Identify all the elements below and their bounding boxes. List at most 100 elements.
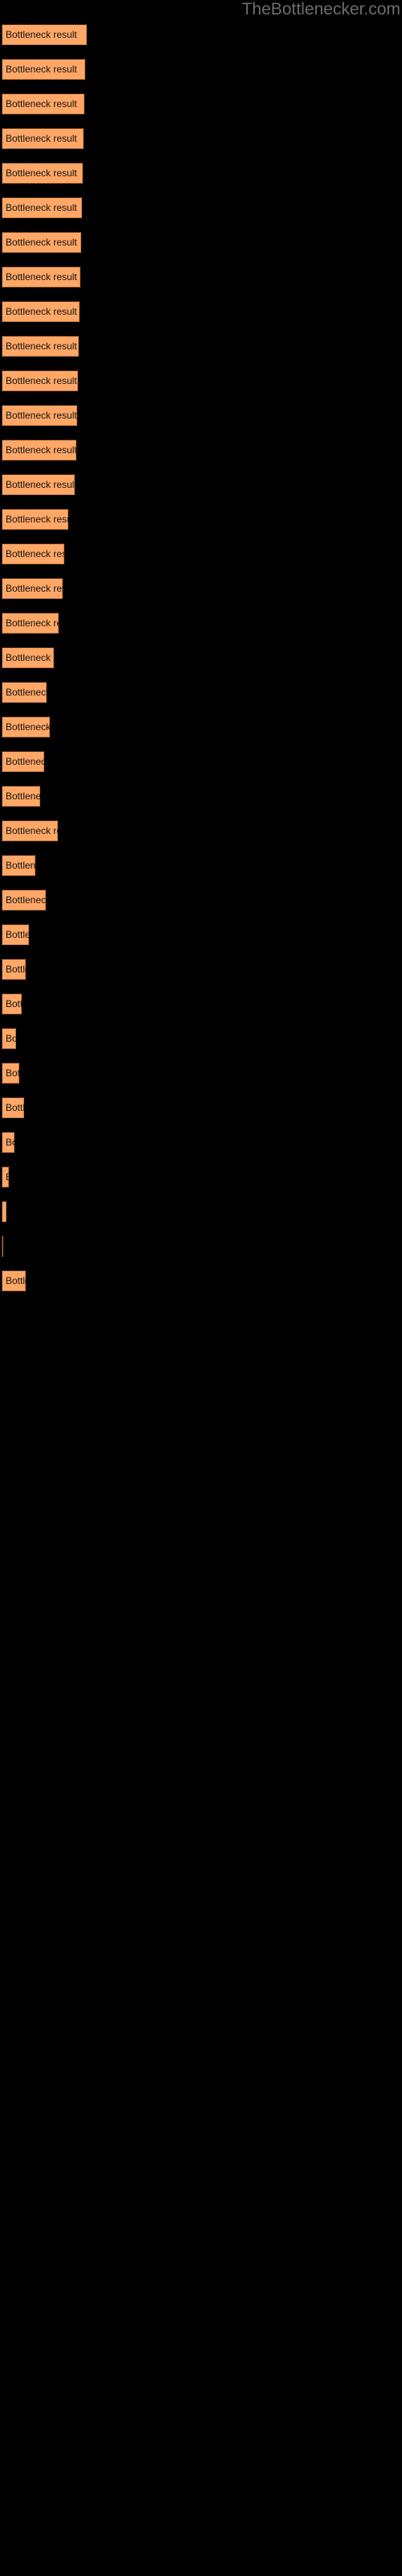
bar-series: Bottleneck result Bottleneck result Bottle… (0, 0, 402, 2576)
bar[interactable] (2, 1132, 14, 1153)
bar-row[interactable]: Bottleneck result (2, 716, 50, 737)
bar[interactable] (2, 1063, 19, 1084)
bar[interactable] (2, 301, 80, 322)
bar-clip: Bottleneck result (2, 924, 29, 945)
bar-row[interactable]: Bottleneck result (2, 890, 46, 910)
bar[interactable] (2, 440, 76, 460)
bar[interactable] (2, 855, 35, 876)
bar[interactable] (2, 647, 54, 668)
bar[interactable] (2, 613, 59, 634)
bar[interactable] (2, 1270, 26, 1291)
bar-row[interactable]: Bottleneck result (2, 1132, 14, 1153)
bar-row[interactable]: Bottleneck result (2, 440, 76, 460)
bar-clip: Bottleneck result (2, 1270, 26, 1291)
bar-clip: Bottleneck result (2, 440, 76, 460)
bar-clip: Bottleneck result (2, 474, 75, 495)
bar-row[interactable]: Bottleneck result (2, 197, 82, 218)
bar-row[interactable]: Bottleneck result (2, 59, 85, 80)
bar[interactable] (2, 751, 44, 772)
bar-row[interactable]: Bottleneck result (2, 1063, 19, 1084)
bar-clip: Bottleneck result (2, 543, 64, 564)
bar-clip: Bottleneck result (2, 1166, 9, 1187)
bar[interactable] (2, 509, 68, 530)
bar-row[interactable]: Bottleneck result (2, 820, 58, 841)
bar[interactable] (2, 924, 29, 945)
bar-row[interactable]: Bottleneck result (2, 924, 29, 945)
bar[interactable] (2, 405, 77, 426)
bar-row[interactable]: Bottleneck result (2, 93, 84, 114)
bar-row[interactable]: Bottleneck result (2, 163, 83, 184)
bar[interactable] (2, 993, 22, 1014)
bar-row[interactable]: Bottleneck result (2, 543, 64, 564)
bar-clip: Bottleneck result (2, 1132, 14, 1153)
bar-row[interactable]: Bottleneck result (2, 1270, 26, 1291)
bar[interactable] (2, 959, 26, 980)
bar-row[interactable]: Bottleneck result (2, 613, 59, 634)
bar-row[interactable]: Bottleneck result (2, 1201, 6, 1222)
bar-row[interactable]: Bottleneck result (2, 1166, 9, 1187)
bar[interactable] (2, 93, 84, 114)
bar[interactable] (2, 820, 58, 841)
bar-clip: Bottleneck result (2, 509, 68, 530)
bar[interactable] (2, 24, 87, 45)
bar-clip: Bottleneck result (2, 578, 63, 599)
bar-row[interactable]: Bottleneck result (2, 336, 79, 357)
bar-clip: Bottleneck result (2, 1201, 6, 1222)
bar-row[interactable]: Bottleneck result (2, 24, 87, 45)
bar[interactable] (2, 1201, 6, 1222)
bar[interactable] (2, 543, 64, 564)
bar[interactable] (2, 128, 84, 149)
bar-clip: Bottleneck result (2, 959, 26, 980)
bar-row[interactable]: Bottleneck result (2, 578, 63, 599)
bar[interactable] (2, 232, 81, 253)
bar-clip: Bottleneck result (2, 405, 77, 426)
bar-row[interactable]: Bottleneck result (2, 509, 68, 530)
bar-row[interactable]: Bottleneck result (2, 959, 26, 980)
bar-row[interactable]: Bottleneck result (2, 1097, 24, 1118)
bar[interactable] (2, 163, 83, 184)
bar[interactable] (2, 1166, 9, 1187)
bar-clip: Bottleneck result (2, 786, 40, 807)
bar-row[interactable]: Bottleneck result (2, 682, 47, 703)
bar[interactable] (2, 716, 50, 737)
bar[interactable] (2, 336, 79, 357)
bar-row[interactable]: Bottleneck result (2, 855, 35, 876)
bar-row[interactable]: Bottleneck result (2, 405, 77, 426)
bar-row[interactable]: Bottleneck result (2, 993, 22, 1014)
bar-row[interactable]: Bottleneck result (2, 786, 40, 807)
bar-clip: Bottleneck result (2, 197, 82, 218)
bar-clip: Bottleneck result (2, 751, 44, 772)
bar-row[interactable]: Bottleneck result (2, 232, 81, 253)
bar-clip: Bottleneck result (2, 301, 80, 322)
bar-row[interactable]: Bottleneck result (2, 1028, 16, 1049)
bar[interactable] (2, 1028, 16, 1049)
bar-row[interactable]: Bottleneck result (2, 1236, 3, 1257)
bar[interactable] (2, 370, 78, 391)
bar[interactable] (2, 890, 46, 910)
bar[interactable] (2, 197, 82, 218)
bar-row[interactable]: Bottleneck result (2, 647, 54, 668)
bar-clip: Bottleneck result (2, 232, 81, 253)
bar-clip: Bottleneck result (2, 59, 85, 80)
bar-clip: Bottleneck result (2, 93, 84, 114)
bar[interactable] (2, 682, 47, 703)
bar-row[interactable]: Bottleneck result (2, 128, 84, 149)
bar-row[interactable]: Bottleneck result (2, 370, 78, 391)
bar-clip: Bottleneck result (2, 163, 83, 184)
bar[interactable] (2, 474, 75, 495)
bar-clip: Bottleneck result (2, 1063, 19, 1084)
bar[interactable] (2, 1097, 24, 1118)
bar-row[interactable]: Bottleneck result (2, 751, 44, 772)
bar-row[interactable]: Bottleneck result (2, 474, 75, 495)
bar[interactable] (2, 1236, 3, 1257)
bar[interactable] (2, 786, 40, 807)
bar-clip: Bottleneck result (2, 855, 35, 876)
bar-clip: Bottleneck result (2, 820, 58, 841)
bar[interactable] (2, 266, 80, 287)
bar-clip: Bottleneck result (2, 24, 87, 45)
bar[interactable] (2, 59, 85, 80)
bar-row[interactable]: Bottleneck result (2, 301, 80, 322)
bar-clip: Bottleneck result (2, 128, 84, 149)
bar[interactable] (2, 578, 63, 599)
bar-row[interactable]: Bottleneck result (2, 266, 80, 287)
